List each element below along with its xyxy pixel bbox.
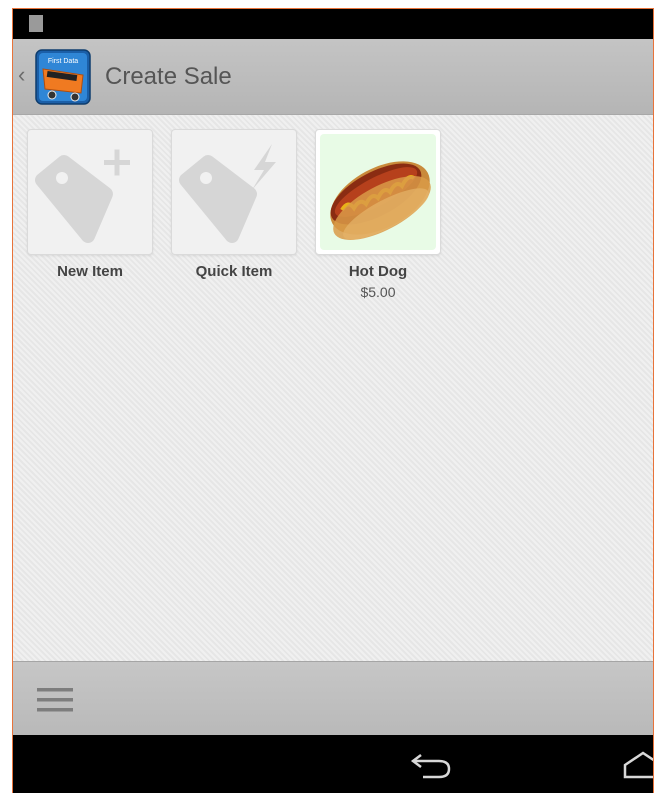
hot-dog-card[interactable] <box>315 129 441 255</box>
first-data-app-icon[interactable]: First Data <box>35 49 91 105</box>
action-bar: ‹ First Data Create Sale <box>13 39 653 115</box>
new-item-card[interactable] <box>27 129 153 255</box>
bottom-bar <box>13 661 653 735</box>
back-arrow-icon[interactable] <box>409 749 453 779</box>
up-navigation-icon[interactable]: ‹ <box>18 61 25 89</box>
app-icon-text: First Data <box>48 58 78 65</box>
new-item-tile[interactable]: New Item <box>27 129 153 280</box>
hot-dog-tile[interactable]: Hot Dog $5.00 <box>315 129 441 300</box>
hamburger-menu-icon[interactable] <box>37 686 75 714</box>
system-nav-bar <box>13 735 653 793</box>
hot-dog-price: $5.00 <box>360 284 396 300</box>
hot-dog-label: Hot Dog <box>348 263 408 280</box>
notification-icon <box>29 15 43 32</box>
new-item-label: New Item <box>57 263 123 280</box>
status-bar <box>13 9 653 39</box>
quick-item-label: Quick Item <box>195 263 273 280</box>
items-grid: New Item Quick Item Hot Dog $5.00 <box>13 115 653 661</box>
quick-item-tile[interactable]: Quick Item <box>171 129 297 280</box>
hot-dog-image <box>330 161 431 240</box>
home-icon[interactable] <box>621 749 654 779</box>
page-title: Create Sale <box>105 63 232 90</box>
quick-item-card[interactable] <box>171 129 297 255</box>
tag-plus-icon <box>35 149 130 243</box>
tag-lightning-icon <box>179 144 276 243</box>
device-screen: ‹ First Data Create Sale New Item Quick … <box>12 8 654 793</box>
